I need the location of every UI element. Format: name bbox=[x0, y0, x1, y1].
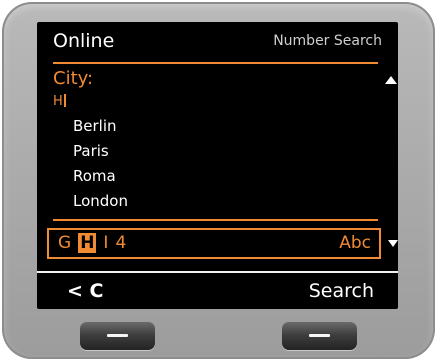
screen-subtitle: Number Search bbox=[273, 33, 382, 49]
list-item[interactable]: Roma bbox=[73, 164, 128, 189]
softkey-bar: < C Search bbox=[37, 271, 398, 311]
list-item[interactable]: Paris bbox=[73, 139, 128, 164]
header-divider bbox=[53, 62, 378, 64]
text-cursor bbox=[63, 94, 66, 107]
input-mode-indicator: Abc bbox=[339, 233, 371, 253]
dash-icon bbox=[107, 334, 128, 337]
scroll-down-icon bbox=[388, 240, 398, 247]
key-characters: GHI4 bbox=[58, 233, 133, 253]
phone-display: Online Number Search City: H Berlin Pari… bbox=[37, 22, 398, 309]
left-softkey-button[interactable] bbox=[80, 321, 155, 350]
key-char-h-selected: H bbox=[78, 233, 97, 253]
dash-icon bbox=[309, 334, 330, 337]
city-input[interactable]: H bbox=[53, 94, 66, 109]
city-field-label: City: bbox=[53, 68, 94, 89]
scroll-up-icon bbox=[385, 76, 397, 84]
key-char-4: 4 bbox=[115, 233, 127, 253]
softkey-search-label[interactable]: Search bbox=[309, 280, 374, 302]
list-item[interactable]: Berlin bbox=[73, 114, 128, 139]
key-char-i: I bbox=[103, 233, 109, 253]
list-item[interactable]: London bbox=[73, 189, 128, 214]
results-list: Berlin Paris Roma London bbox=[73, 114, 128, 214]
right-softkey-button[interactable] bbox=[282, 321, 357, 350]
city-input-value: H bbox=[53, 94, 63, 109]
list-divider bbox=[53, 219, 378, 221]
softkey-back-label[interactable]: < C bbox=[67, 280, 103, 302]
character-selector: GHI4 Abc bbox=[47, 228, 381, 259]
screen-title: Online bbox=[53, 30, 115, 52]
key-char-g: G bbox=[58, 233, 72, 253]
